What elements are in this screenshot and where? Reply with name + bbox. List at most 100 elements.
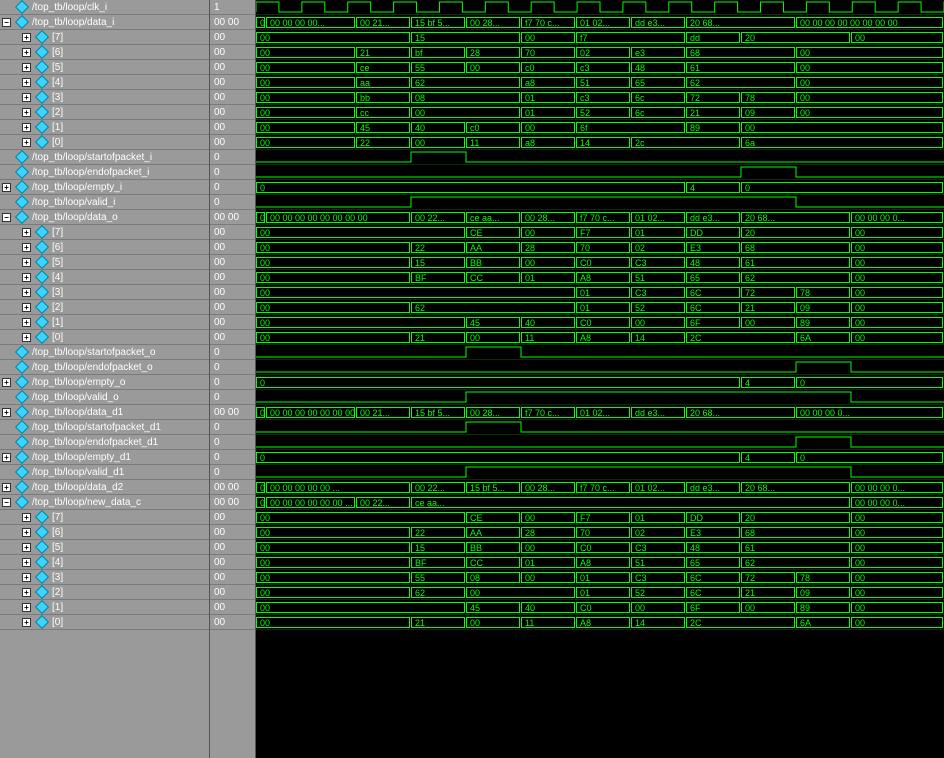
signal-row[interactable]: /top_tb/loop/startofpacket_o [0, 345, 209, 360]
signal-row[interactable]: /top_tb/loop/endofpacket_i [0, 165, 209, 180]
waveform-row[interactable]: 00210011A8142C6A00 [256, 330, 944, 345]
signal-values-column[interactable]: 100 000000000000000000000000 00000000000… [210, 0, 256, 758]
expand-icon[interactable]: + [22, 588, 31, 597]
signal-row[interactable]: −/top_tb/loop/data_i [0, 15, 209, 30]
waveform-row[interactable] [256, 390, 944, 405]
expand-icon[interactable]: + [2, 483, 11, 492]
expand-icon[interactable]: + [22, 618, 31, 627]
waveform-row[interactable]: 0015BB00C0C3486100 [256, 255, 944, 270]
waveform-row[interactable]: 00bb0801c36c727800 [256, 90, 944, 105]
signal-row[interactable]: +[4] [0, 270, 209, 285]
waveform-row[interactable]: 0001C36C727800 [256, 285, 944, 300]
expand-icon[interactable]: + [22, 138, 31, 147]
waveform-row[interactable]: 00aa62a851656200 [256, 75, 944, 90]
signal-row[interactable]: +[0] [0, 135, 209, 150]
signal-row[interactable]: +/top_tb/loop/data_d1 [0, 405, 209, 420]
signal-row[interactable]: +/top_tb/loop/empty_o [0, 375, 209, 390]
signal-row[interactable]: +[3] [0, 285, 209, 300]
signal-row[interactable]: /top_tb/loop/startofpacket_i [0, 150, 209, 165]
expand-icon[interactable]: + [22, 603, 31, 612]
signal-row[interactable]: +[4] [0, 75, 209, 90]
expand-icon[interactable]: + [22, 63, 31, 72]
waveform-row[interactable] [256, 345, 944, 360]
waveform-row[interactable]: 00ce5500c0c3486100 [256, 60, 944, 75]
waveform-row[interactable] [256, 195, 944, 210]
expand-icon[interactable]: + [22, 318, 31, 327]
waveform-row[interactable] [256, 420, 944, 435]
expand-icon[interactable]: + [22, 543, 31, 552]
waveform-row[interactable]: 004540C0006F008900 [256, 600, 944, 615]
waveform-row[interactable]: 040 [256, 180, 944, 195]
signal-row[interactable]: +[4] [0, 555, 209, 570]
signal-row[interactable]: +/top_tb/loop/empty_d1 [0, 450, 209, 465]
expand-icon[interactable]: + [22, 93, 31, 102]
expand-icon[interactable]: + [2, 378, 11, 387]
signal-row[interactable]: +[7] [0, 225, 209, 240]
signal-row[interactable]: +[5] [0, 60, 209, 75]
signal-row[interactable]: +[0] [0, 330, 209, 345]
signal-row[interactable]: +[6] [0, 240, 209, 255]
waveform-row[interactable]: 00 0000 00 00 00...00 21...15 bf 5...00 … [256, 15, 944, 30]
signal-row[interactable]: +[0] [0, 615, 209, 630]
signal-row[interactable]: /top_tb/loop/endofpacket_o [0, 360, 209, 375]
expand-icon[interactable]: + [22, 48, 31, 57]
collapse-icon[interactable]: − [2, 18, 11, 27]
signal-names-column[interactable]: /top_tb/loop/clk_i−/top_tb/loop/data_i+[… [0, 0, 210, 758]
waveform-row[interactable]: 0055080001C36C727800 [256, 570, 944, 585]
expand-icon[interactable]: + [22, 528, 31, 537]
signal-row[interactable]: −/top_tb/loop/data_o [0, 210, 209, 225]
waveform-row[interactable]: 004540c0006f8900 [256, 120, 944, 135]
waveform-row[interactable]: 00 0000 00 00 00 00 00 00 0000 22...ce a… [256, 210, 944, 225]
signal-row[interactable]: +/top_tb/loop/empty_i [0, 180, 209, 195]
signal-row[interactable]: +[2] [0, 105, 209, 120]
waveform-row[interactable]: 00BFCC01A851656200 [256, 555, 944, 570]
signal-row[interactable]: /top_tb/loop/valid_o [0, 390, 209, 405]
waveform-row[interactable]: 00 0000 00 00 00 00 00 ...00 22...ce aa.… [256, 495, 944, 510]
signal-row[interactable]: −/top_tb/loop/new_data_c [0, 495, 209, 510]
signal-row[interactable]: /top_tb/loop/valid_d1 [0, 465, 209, 480]
waveform-row[interactable]: 0015BB00C0C3486100 [256, 540, 944, 555]
signal-row[interactable]: +[3] [0, 90, 209, 105]
waveform-row[interactable]: 004540C0006F008900 [256, 315, 944, 330]
waveform-row[interactable]: 040 [256, 450, 944, 465]
waveform-row[interactable] [256, 465, 944, 480]
expand-icon[interactable]: + [22, 513, 31, 522]
signal-row[interactable]: +[1] [0, 315, 209, 330]
expand-icon[interactable]: + [2, 408, 11, 417]
collapse-icon[interactable]: − [2, 213, 11, 222]
signal-row[interactable]: +[3] [0, 570, 209, 585]
waveform-row[interactable]: 0021bf287002e36800 [256, 45, 944, 60]
signal-row[interactable]: +[6] [0, 45, 209, 60]
signal-row[interactable]: /top_tb/loop/valid_i [0, 195, 209, 210]
waveform-row[interactable]: 0022AA287002E36800 [256, 240, 944, 255]
signal-row[interactable]: +[1] [0, 600, 209, 615]
expand-icon[interactable]: + [22, 123, 31, 132]
waveform-row[interactable]: 001500f7dd2000 [256, 30, 944, 45]
expand-icon[interactable]: + [22, 288, 31, 297]
waveform-row[interactable] [256, 0, 944, 15]
signal-row[interactable]: +/top_tb/loop/data_d2 [0, 480, 209, 495]
waveform-column[interactable]: 00 0000 00 00 00...00 21...15 bf 5...00 … [256, 0, 944, 758]
waveform-row[interactable]: 00620001526C210900 [256, 585, 944, 600]
waveform-row[interactable] [256, 150, 944, 165]
expand-icon[interactable]: + [22, 228, 31, 237]
waveform-row[interactable]: 00cc0001526c210900 [256, 105, 944, 120]
waveform-row[interactable] [256, 360, 944, 375]
expand-icon[interactable]: + [2, 183, 11, 192]
expand-icon[interactable]: + [22, 78, 31, 87]
signal-row[interactable]: /top_tb/loop/startofpacket_d1 [0, 420, 209, 435]
waveform-row[interactable]: 0022AA287002E36800 [256, 525, 944, 540]
expand-icon[interactable]: + [22, 243, 31, 252]
waveform-row[interactable]: 00 0000 00 00 00 00 00 00 0000 21...15 b… [256, 405, 944, 420]
signal-row[interactable]: /top_tb/loop/clk_i [0, 0, 209, 15]
signal-row[interactable]: +[7] [0, 30, 209, 45]
waveform-row[interactable]: 00BFCC01A851656200 [256, 270, 944, 285]
expand-icon[interactable]: + [22, 33, 31, 42]
waveform-row[interactable]: 00220011a8142c6a [256, 135, 944, 150]
signal-row[interactable]: +[6] [0, 525, 209, 540]
signal-row[interactable]: +[2] [0, 300, 209, 315]
waveform-row[interactable]: 00 0000 00 00 00 00 ...00 22...15 bf 5..… [256, 480, 944, 495]
expand-icon[interactable]: + [22, 258, 31, 267]
signal-row[interactable]: +[2] [0, 585, 209, 600]
expand-icon[interactable]: + [22, 573, 31, 582]
